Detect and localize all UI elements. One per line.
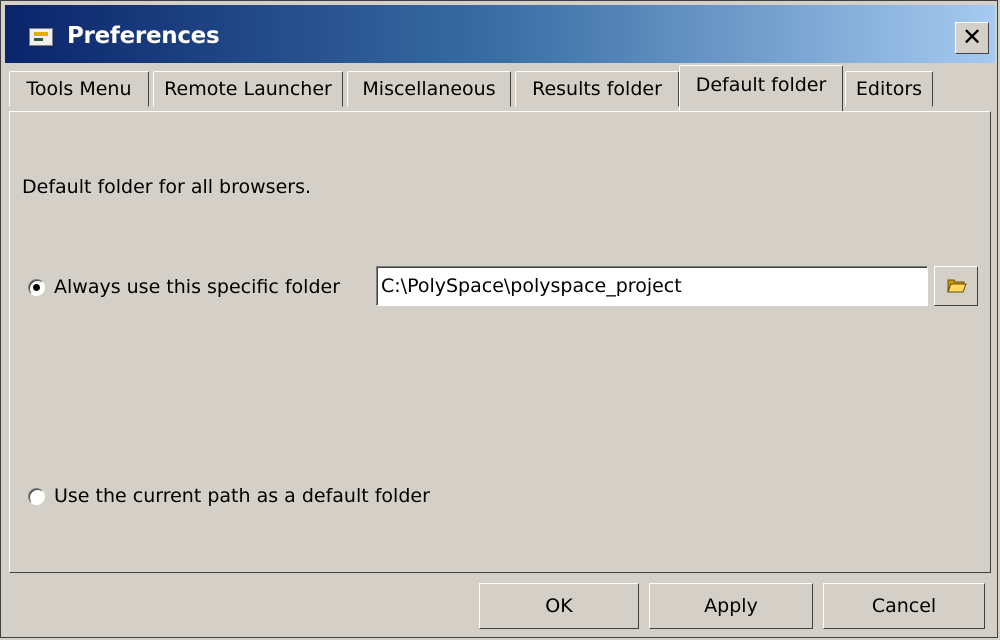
close-button[interactable]: ✕ (955, 22, 989, 54)
browse-folder-button[interactable] (934, 266, 978, 306)
tab-results-folder[interactable]: Results folder (515, 71, 679, 107)
tab-editors[interactable]: Editors (845, 71, 933, 107)
ok-button[interactable]: OK (479, 583, 639, 629)
cancel-button[interactable]: Cancel (823, 583, 985, 629)
tab-tools-menu[interactable]: Tools Menu (9, 71, 149, 107)
tab-remote-launcher[interactable]: Remote Launcher (153, 71, 343, 107)
apply-button[interactable]: Apply (649, 583, 813, 629)
app-icon (29, 28, 53, 46)
close-icon: ✕ (961, 23, 983, 51)
specific-folder-radio[interactable] (28, 278, 45, 296)
specific-folder-label: Always use this specific folder (54, 276, 341, 298)
folder-open-icon (947, 279, 967, 293)
preferences-dialog: Preferences ✕ Tools Menu Remote Launcher… (0, 0, 998, 638)
current-path-label: Use the current path as a default folder (54, 485, 430, 507)
current-path-option[interactable]: Use the current path as a default folder (28, 485, 430, 507)
title-bar[interactable]: Preferences ✕ (5, 5, 995, 63)
window-title: Preferences (67, 23, 220, 49)
default-folder-panel: Default folder for all browsers. Always … (9, 111, 991, 573)
specific-folder-option[interactable]: Always use this specific folder (28, 276, 340, 298)
folder-path-input[interactable]: C:\PolySpace\polyspace_project (376, 266, 928, 306)
current-path-radio[interactable] (28, 487, 45, 505)
tab-default-folder[interactable]: Default folder (679, 65, 843, 111)
panel-description: Default folder for all browsers. (22, 176, 312, 198)
tab-miscellaneous[interactable]: Miscellaneous (347, 71, 511, 107)
